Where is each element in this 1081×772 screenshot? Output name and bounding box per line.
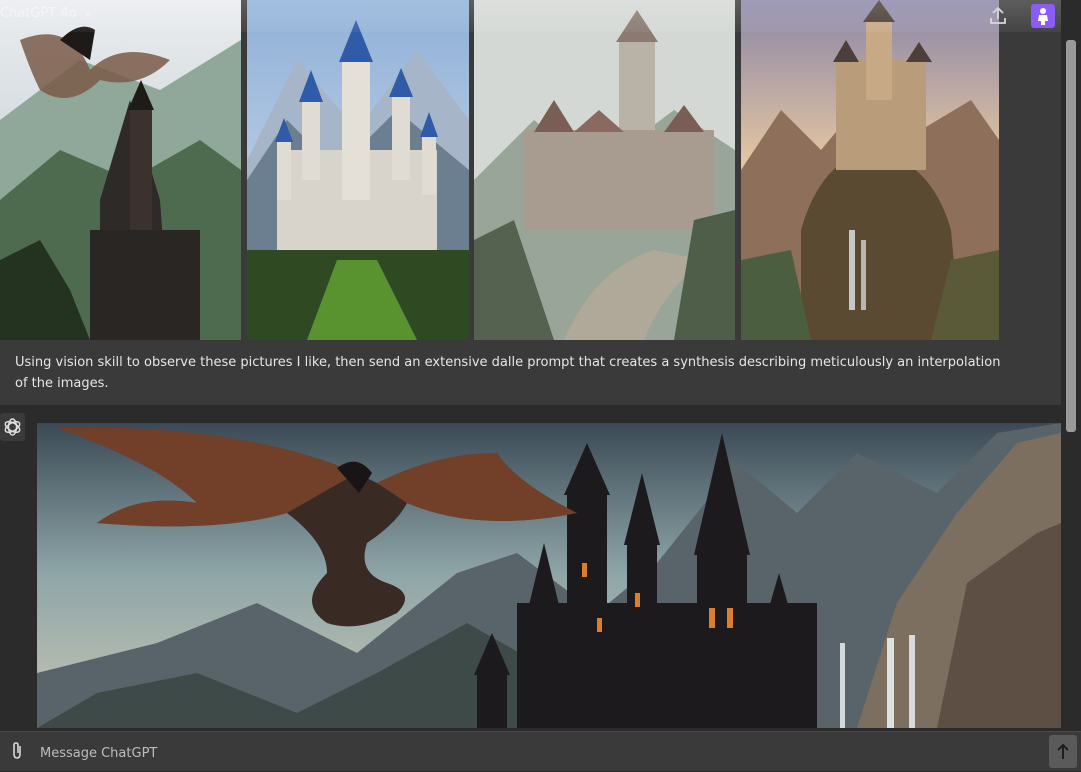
chevron-down-icon: ∨ xyxy=(84,9,93,20)
scrollbar[interactable] xyxy=(1066,40,1076,432)
openai-logo-icon xyxy=(4,418,21,436)
generated-image[interactable] xyxy=(37,423,1061,728)
share-button[interactable] xyxy=(986,4,1010,28)
message-input[interactable] xyxy=(38,742,1022,764)
user-avatar[interactable] xyxy=(1031,4,1055,28)
user-message: Using vision skill to observe these pict… xyxy=(0,0,1061,405)
user-image-1[interactable] xyxy=(0,0,241,340)
top-bar xyxy=(0,0,1061,32)
user-image-2[interactable] xyxy=(247,0,469,340)
send-button[interactable] xyxy=(1049,735,1077,768)
model-selector[interactable]: ChatGPT 4o ∨ xyxy=(0,6,92,21)
attach-button[interactable] xyxy=(8,741,26,761)
share-icon xyxy=(990,6,1006,24)
model-name: ChatGPT 4o xyxy=(0,6,77,21)
user-image-4[interactable] xyxy=(741,0,999,340)
message-composer xyxy=(0,731,1081,771)
assistant-avatar xyxy=(0,413,25,441)
user-avatar-icon xyxy=(1038,8,1048,25)
user-image-3[interactable] xyxy=(474,0,735,340)
paperclip-icon xyxy=(13,742,21,759)
arrow-up-icon xyxy=(1057,743,1069,759)
user-message-text: Using vision skill to observe these pict… xyxy=(15,355,1001,391)
